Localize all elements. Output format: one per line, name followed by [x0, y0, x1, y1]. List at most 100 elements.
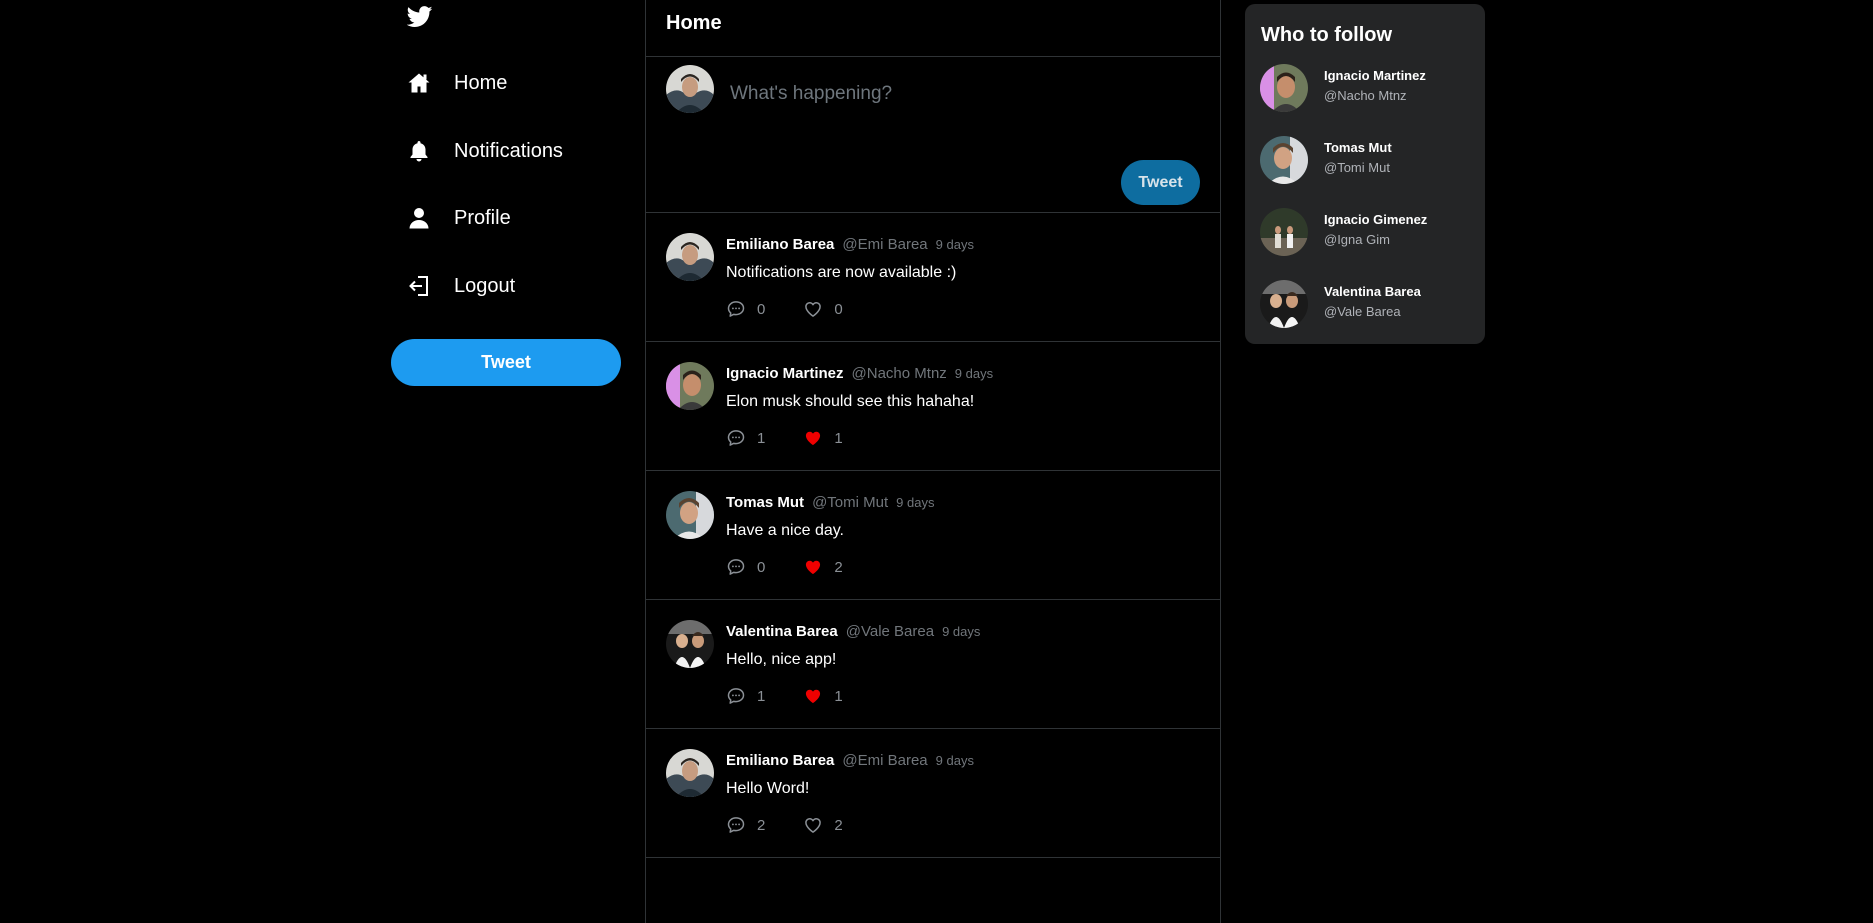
tweet-author-handle[interactable]: @Vale Barea [846, 623, 934, 640]
home-icon [407, 71, 431, 95]
tweet-item[interactable]: Emiliano Barea @Emi Barea 9 days Notific… [646, 213, 1220, 342]
nav-item-logout[interactable]: Logout [407, 266, 515, 306]
page-title: Home [666, 12, 722, 34]
follow-suggestion[interactable]: Tomas Mut @Tomi Mut [1260, 136, 1470, 186]
heart-filled-icon [803, 557, 823, 577]
comment-icon [726, 815, 746, 835]
avatar[interactable] [666, 749, 714, 797]
comment-button[interactable]: 1 [726, 428, 765, 448]
suggestion-handle: @Igna Gim [1324, 232, 1390, 247]
suggestion-name[interactable]: Tomas Mut [1324, 140, 1392, 155]
bell-icon [407, 139, 431, 163]
suggestion-handle: @Vale Barea [1324, 304, 1401, 319]
left-sidebar: Home Notifications Profile Logout Tweet [391, 0, 623, 923]
nav-label-home: Home [454, 71, 508, 94]
tweet-item[interactable]: Emiliano Barea @Emi Barea 9 days Hello W… [646, 729, 1220, 858]
avatar[interactable] [666, 65, 714, 113]
tweet-author-name[interactable]: Emiliano Barea [726, 236, 834, 253]
feed-header: Home [646, 0, 1220, 57]
like-count: 0 [834, 300, 843, 318]
nav-label-notifications: Notifications [454, 139, 563, 162]
tweet-timestamp: 9 days [942, 624, 981, 639]
tweet-timestamp: 9 days [896, 495, 935, 510]
like-button[interactable]: 2 [803, 815, 843, 835]
comment-count: 1 [757, 687, 766, 705]
tweet-actions: 1 1 [726, 428, 843, 448]
like-button[interactable]: 1 [803, 686, 843, 706]
tweet-header: Ignacio Martinez @Nacho Mtnz 9 days [726, 365, 993, 382]
comment-button[interactable]: 0 [726, 299, 765, 319]
comment-button[interactable]: 2 [726, 815, 765, 835]
nav-label-profile: Profile [454, 206, 511, 229]
tweet-actions: 0 2 [726, 557, 843, 577]
comment-button[interactable]: 0 [726, 557, 765, 577]
comment-icon [726, 428, 746, 448]
main-feed: Home Tweet Emiliano Barea @Emi Barea 9 d… [645, 0, 1221, 923]
like-button[interactable]: 1 [803, 428, 843, 448]
nav-item-home[interactable]: Home [407, 63, 507, 103]
tweet-text: Notifications are now available :) [726, 264, 957, 281]
tweet-author-name[interactable]: Tomas Mut [726, 494, 804, 511]
tweet-input[interactable] [730, 79, 1190, 109]
avatar[interactable] [1260, 136, 1308, 184]
sidebar-tweet-button[interactable]: Tweet [391, 339, 621, 386]
like-count: 1 [834, 687, 843, 705]
tweet-text: Hello, nice app! [726, 651, 837, 668]
like-count: 2 [834, 558, 843, 576]
comment-icon [726, 557, 746, 577]
like-count: 2 [834, 816, 843, 834]
avatar[interactable] [666, 362, 714, 410]
tweet-author-handle[interactable]: @Emi Barea [842, 752, 927, 769]
comment-count: 1 [757, 429, 766, 447]
nav-item-notifications[interactable]: Notifications [407, 131, 563, 171]
heart-filled-icon [803, 428, 823, 448]
tweet-actions: 2 2 [726, 815, 843, 835]
tweet-actions: 0 0 [726, 299, 843, 319]
avatar[interactable] [1260, 64, 1308, 112]
suggestion-name[interactable]: Ignacio Martinez [1324, 68, 1426, 83]
tweet-author-handle[interactable]: @Nacho Mtnz [852, 365, 947, 382]
tweet-timestamp: 9 days [935, 237, 974, 252]
twitter-bird-icon[interactable] [406, 6, 433, 28]
follow-suggestion[interactable]: Ignacio Martinez @Nacho Mtnz [1260, 64, 1470, 114]
tweet-header: Emiliano Barea @Emi Barea 9 days [726, 236, 974, 253]
like-button[interactable]: 0 [803, 299, 843, 319]
tweet-timestamp: 9 days [954, 366, 994, 381]
logout-icon [407, 274, 431, 298]
tweet-text: Elon musk should see this hahaha! [726, 393, 975, 410]
composer-tweet-button[interactable]: Tweet [1121, 160, 1200, 205]
comment-icon [726, 299, 746, 319]
avatar[interactable] [666, 491, 714, 539]
who-to-follow-title: Who to follow [1261, 24, 1393, 46]
tweet-header: Valentina Barea @Vale Barea 9 days [726, 623, 980, 640]
comment-count: 0 [757, 300, 766, 318]
tweet-item[interactable]: Valentina Barea @Vale Barea 9 days Hello… [646, 600, 1220, 729]
suggestion-name[interactable]: Ignacio Gimenez [1324, 212, 1427, 227]
tweet-actions: 1 1 [726, 686, 843, 706]
nav-item-profile[interactable]: Profile [407, 198, 511, 238]
tweet-author-handle[interactable]: @Emi Barea [842, 236, 927, 253]
tweet-composer: Tweet [646, 57, 1220, 213]
heart-outline-icon [803, 815, 823, 835]
avatar[interactable] [666, 620, 714, 668]
suggestion-handle: @Tomi Mut [1324, 160, 1390, 175]
follow-suggestion[interactable]: Ignacio Gimenez @Igna Gim [1260, 208, 1470, 258]
tweet-author-name[interactable]: Emiliano Barea [726, 752, 834, 769]
avatar[interactable] [666, 233, 714, 281]
tweet-item[interactable]: Tomas Mut @Tomi Mut 9 days Have a nice d… [646, 471, 1220, 600]
suggestion-name[interactable]: Valentina Barea [1324, 284, 1421, 299]
comment-button[interactable]: 1 [726, 686, 765, 706]
tweet-author-name[interactable]: Valentina Barea [726, 623, 838, 640]
tweet-header: Emiliano Barea @Emi Barea 9 days [726, 752, 974, 769]
like-button[interactable]: 2 [803, 557, 843, 577]
tweet-author-name[interactable]: Ignacio Martinez [726, 365, 844, 382]
follow-suggestion[interactable]: Valentina Barea @Vale Barea [1260, 280, 1470, 330]
suggestion-handle: @Nacho Mtnz [1324, 88, 1407, 103]
heart-outline-icon [803, 299, 823, 319]
tweet-author-handle[interactable]: @Tomi Mut [812, 494, 888, 511]
comment-count: 0 [757, 558, 766, 576]
avatar[interactable] [1260, 280, 1308, 328]
tweet-item[interactable]: Ignacio Martinez @Nacho Mtnz 9 days Elon… [646, 342, 1220, 471]
comment-count: 2 [757, 816, 766, 834]
avatar[interactable] [1260, 208, 1308, 256]
